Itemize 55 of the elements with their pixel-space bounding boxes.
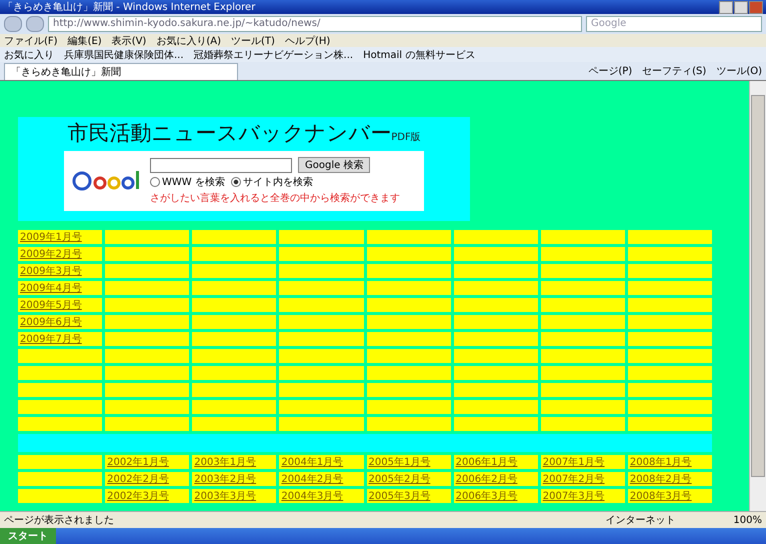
heading-suffix: PDF版 xyxy=(391,131,421,144)
browser-tab[interactable]: 「きらめき亀山け」新聞 xyxy=(4,63,238,80)
issue-link[interactable]: 2002年1月号 xyxy=(107,457,169,468)
issue-link[interactable]: 2004年3月号 xyxy=(281,491,344,502)
issue-link[interactable]: 2009年4月号 xyxy=(20,283,82,294)
search-hint: さがしたい言葉を入れると全巻の中から検索ができます xyxy=(150,192,400,205)
address-field[interactable]: http://www.shimin-kyodo.sakura.ne.jp/~katudo/news/ xyxy=(48,16,582,32)
issue-link[interactable]: 2003年2月号 xyxy=(194,474,256,485)
issue-link[interactable]: 2004年1月号 xyxy=(281,457,344,468)
menu-item[interactable]: ツール(T) xyxy=(231,34,275,48)
menu-item[interactable]: お気に入り(A) xyxy=(156,34,221,48)
favorite-link[interactable]: 兵庫県国民健康保険団体... xyxy=(64,48,184,62)
issue-link[interactable]: 2009年3月号 xyxy=(20,266,82,277)
issue-link[interactable]: 2008年2月号 xyxy=(630,474,692,485)
window-title: 「きらめき亀山け」新聞 - Windows Internet Explorer xyxy=(3,0,256,14)
menu-item[interactable]: 編集(E) xyxy=(68,34,102,48)
issue-link[interactable]: 2003年3月号 xyxy=(194,491,256,502)
command-menu[interactable]: ページ(P) xyxy=(588,64,632,78)
issue-link[interactable]: 2002年2月号 xyxy=(107,474,169,485)
menu-item[interactable]: ファイル(F) xyxy=(4,34,58,48)
start-button[interactable]: スタート xyxy=(0,528,56,544)
issue-link[interactable]: 2005年2月号 xyxy=(368,474,430,485)
favorite-link[interactable]: 冠婚葬祭エリーナビゲーション株... xyxy=(194,48,354,62)
issue-link[interactable]: 2009年7月号 xyxy=(20,334,82,345)
status-text: ページが表示されました xyxy=(4,514,114,527)
menu-item[interactable]: ヘルプ(H) xyxy=(284,34,330,48)
issue-link[interactable]: 2004年2月号 xyxy=(281,474,344,485)
radio-label: サイト内を検索 xyxy=(242,176,313,189)
issue-link[interactable]: 2009年1月号 xyxy=(20,232,82,243)
issue-link[interactable]: 2003年1月号 xyxy=(194,457,256,468)
security-zone: インターネット xyxy=(605,514,676,527)
menu-item[interactable]: 表示(V) xyxy=(112,34,146,48)
favorite-link[interactable]: Hotmail の無料サービス xyxy=(363,48,476,62)
issue-link[interactable]: 2006年3月号 xyxy=(456,491,518,502)
issue-link[interactable]: 2006年2月号 xyxy=(456,474,518,485)
issue-link[interactable]: 2008年3月号 xyxy=(630,491,692,502)
issue-link[interactable]: 2002年3月号 xyxy=(107,491,169,502)
issue-link[interactable]: 2007年3月号 xyxy=(542,491,605,502)
zoom-level[interactable]: 100% xyxy=(733,514,762,526)
issue-link[interactable]: 2008年1月号 xyxy=(630,457,692,468)
search-field[interactable]: Google xyxy=(586,16,762,32)
issue-link[interactable]: 2006年1月号 xyxy=(456,457,518,468)
issue-link[interactable]: 2007年2月号 xyxy=(542,474,605,485)
issue-link[interactable]: 2007年1月号 xyxy=(542,457,605,468)
search-button[interactable]: Google 検索 xyxy=(298,157,370,173)
issue-link[interactable]: 2009年6月号 xyxy=(20,317,82,328)
page-heading: 市民活動ニュースバックナンバー xyxy=(67,120,392,147)
favorite-link[interactable]: お気に入り xyxy=(4,48,54,62)
command-menu[interactable]: セーフティ(S) xyxy=(642,64,706,78)
radio-label: WWW を検索 xyxy=(162,176,225,189)
issue-link[interactable]: 2009年5月号 xyxy=(20,300,82,311)
issue-link[interactable]: 2009年2月号 xyxy=(20,249,82,260)
issue-link[interactable]: 2005年3月号 xyxy=(368,491,430,502)
command-menu[interactable]: ツール(O) xyxy=(716,64,762,78)
issue-link[interactable]: 2005年1月号 xyxy=(368,457,430,468)
